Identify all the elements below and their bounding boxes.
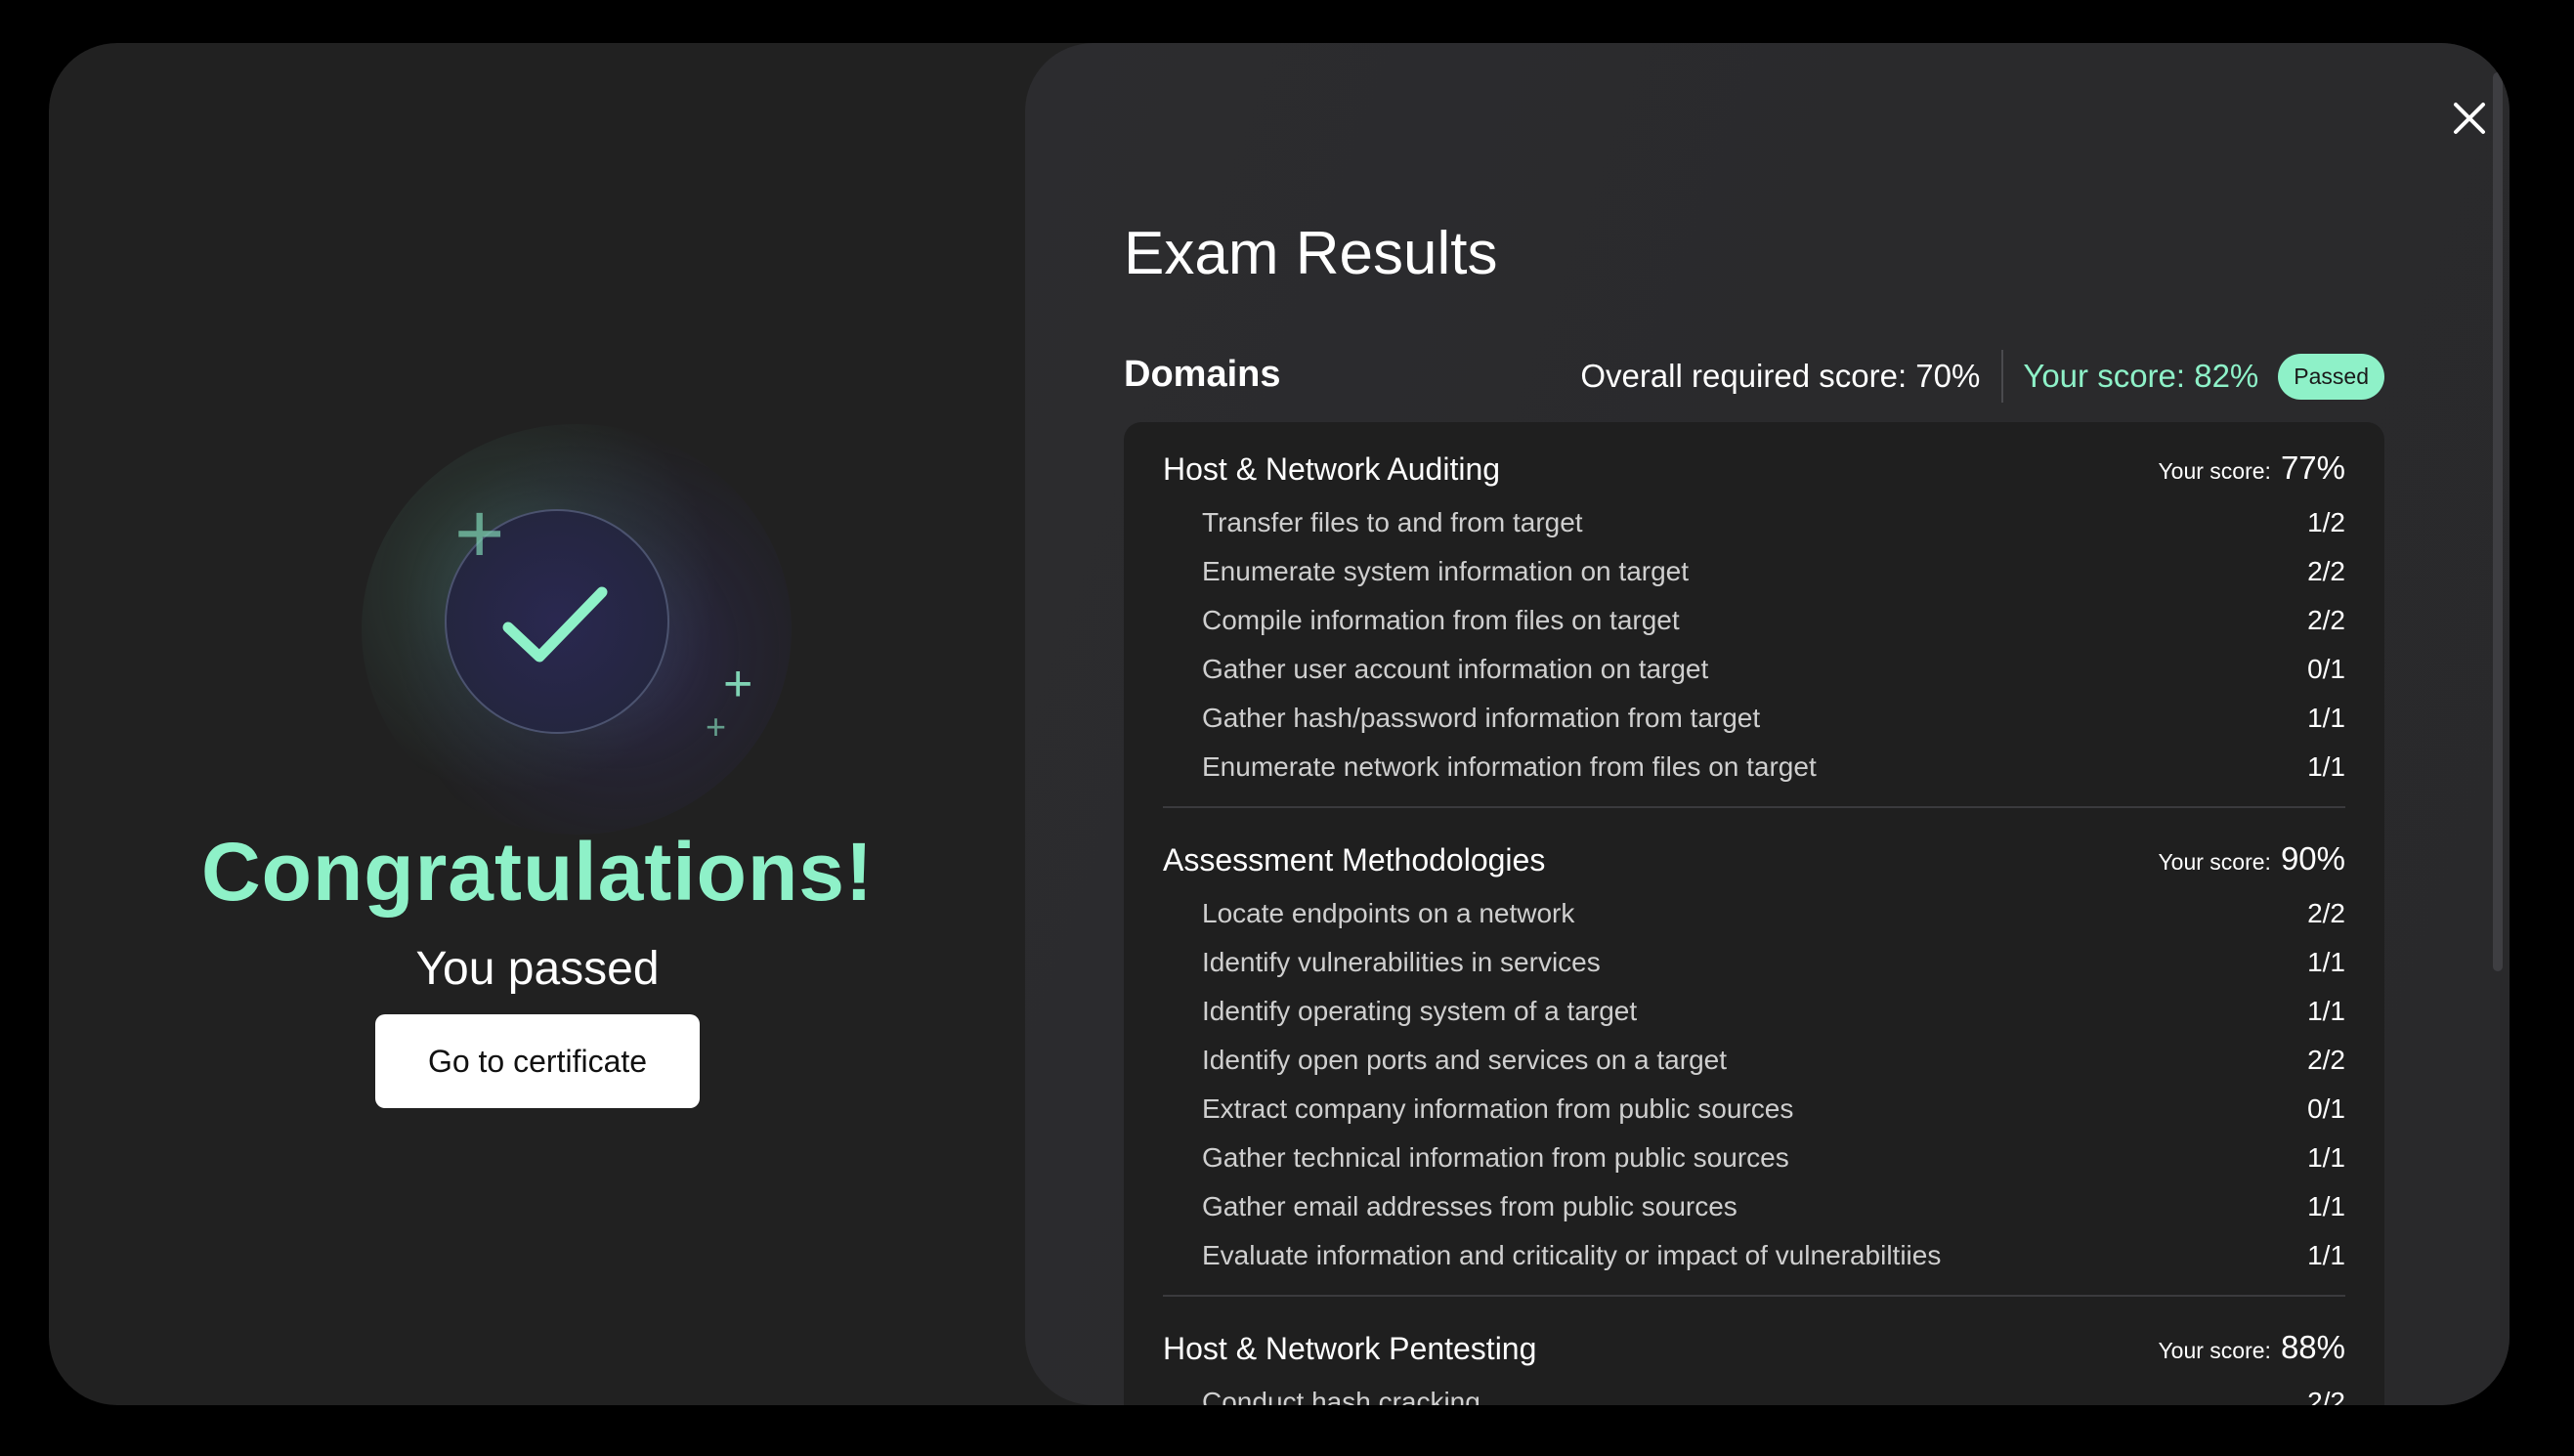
task-name: Transfer files to and from target [1202,507,1583,537]
task-row: Compile information from files on target… [1163,596,2345,645]
task-row: Identify vulnerabilities in services 1/1 [1163,938,2345,987]
task-row: Transfer files to and from target 1/2 [1163,498,2345,547]
task-name: Enumerate system information on target [1202,556,1690,586]
task-score: 0/1 [2307,1093,2345,1124]
task-name: Extract company information from public … [1202,1093,1794,1124]
task-name: Gather technical information from public… [1202,1142,1789,1173]
task-score: 1/1 [2307,751,2345,782]
domains-panel: Host & Network Auditing Your score: 77% … [1124,422,2384,1405]
task-score: 1/2 [2307,507,2345,537]
your-score: Your score: 82% [2023,358,2259,394]
task-row: Gather hash/password information from ta… [1163,694,2345,743]
task-score: 0/1 [2307,654,2345,684]
task-name: Compile information from files on target [1202,605,1680,635]
passed-subtitle: You passed [415,943,660,995]
domain-section: Host & Network Auditing Your score: 77% … [1163,440,2345,808]
domain-score-label: Your score: [2158,458,2271,484]
domain-divider [1163,806,2345,808]
task-score: 2/2 [2307,556,2345,586]
domain-divider [1163,1295,2345,1297]
exam-results-modal: + + + Congratulations! You passed Go to … [49,43,2510,1405]
task-row: Extract company information from public … [1163,1085,2345,1134]
task-name: Gather email addresses from public sourc… [1202,1191,1737,1221]
task-score: 1/1 [2307,996,2345,1026]
domain-score-value: 88% [2280,1329,2345,1365]
task-row: Identify open ports and services on a ta… [1163,1036,2345,1085]
task-row: Conduct hash cracking 2/2 [1163,1378,2345,1405]
domain-score: Your score: 90% [2158,840,2345,878]
task-name: Identify operating system of a target [1202,996,1638,1026]
results-pane: Exam Results Domains Overall required sc… [1025,43,2510,1405]
task-score: 2/2 [2307,898,2345,928]
task-row: Evaluate information and criticality or … [1163,1231,2345,1280]
score-divider [2001,350,2004,403]
overall-score-row: Overall required score: 70% Your score: … [1580,350,2384,403]
task-name: Enumerate network information from files… [1202,751,1817,782]
domain-section: Host & Network Pentesting Your score: 88… [1163,1319,2345,1405]
success-badge: + + + [342,405,831,854]
task-row: Locate endpoints on a network 2/2 [1163,889,2345,938]
task-row: Gather user account information on targe… [1163,645,2345,694]
task-name: Gather user account information on targe… [1202,654,1709,684]
congratulations-heading: Congratulations! [201,826,874,918]
task-name: Locate endpoints on a network [1202,898,1575,928]
plus-sparkle-icon: + [723,656,753,712]
task-score: 2/2 [2307,1387,2345,1405]
task-name: Evaluate information and criticality or … [1202,1240,1942,1270]
task-row: Gather email addresses from public sourc… [1163,1182,2345,1231]
task-score: 1/1 [2307,1142,2345,1173]
domain-score-value: 90% [2280,840,2345,877]
scrollbar-thumb[interactable] [2493,72,2503,971]
plus-sparkle-icon: + [706,707,727,747]
go-to-certificate-button[interactable]: Go to certificate [375,1014,700,1108]
task-score: 2/2 [2307,605,2345,635]
domain-score: Your score: 77% [2158,450,2345,487]
required-score: Overall required score: 70% [1580,358,1981,394]
close-button[interactable] [2447,96,2492,141]
task-name: Identify open ports and services on a ta… [1202,1045,1727,1075]
task-row: Enumerate system information on target 2/… [1163,547,2345,596]
task-row: Enumerate network information from files… [1163,743,2345,792]
task-name: Conduct hash cracking [1202,1387,1480,1405]
domain-score: Your score: 88% [2158,1329,2345,1366]
status-badge: Passed [2278,353,2384,400]
domain-score-value: 77% [2280,450,2345,486]
domain-name: Host & Network Pentesting [1163,1331,1537,1366]
success-pane: + + + Congratulations! You passed Go to … [49,43,1026,1405]
plus-sparkle-icon: + [454,485,505,581]
page-title: Exam Results [1124,220,1498,287]
task-row: Identify operating system of a target 1/1 [1163,987,2345,1036]
task-score: 2/2 [2307,1045,2345,1075]
domain-score-label: Your score: [2158,849,2271,875]
task-score: 1/1 [2307,1191,2345,1221]
domain-header: Host & Network Pentesting Your score: 88… [1163,1319,2345,1378]
check-icon [502,586,608,663]
task-score: 1/1 [2307,1240,2345,1270]
task-row: Gather technical information from public… [1163,1134,2345,1182]
task-name: Gather hash/password information from ta… [1202,703,1761,733]
task-score: 1/1 [2307,703,2345,733]
domain-name: Assessment Methodologies [1163,842,1546,878]
close-icon [2454,103,2485,134]
domain-name: Host & Network Auditing [1163,451,1501,487]
task-score: 1/1 [2307,947,2345,977]
domains-label: Domains [1124,354,1281,395]
domain-header: Host & Network Auditing Your score: 77% [1163,440,2345,498]
scrollbar[interactable] [2487,43,2509,1405]
domain-score-label: Your score: [2158,1338,2271,1363]
domain-header: Assessment Methodologies Your score: 90% [1163,831,2345,889]
domain-section: Assessment Methodologies Your score: 90%… [1163,831,2345,1297]
task-name: Identify vulnerabilities in services [1202,947,1601,977]
